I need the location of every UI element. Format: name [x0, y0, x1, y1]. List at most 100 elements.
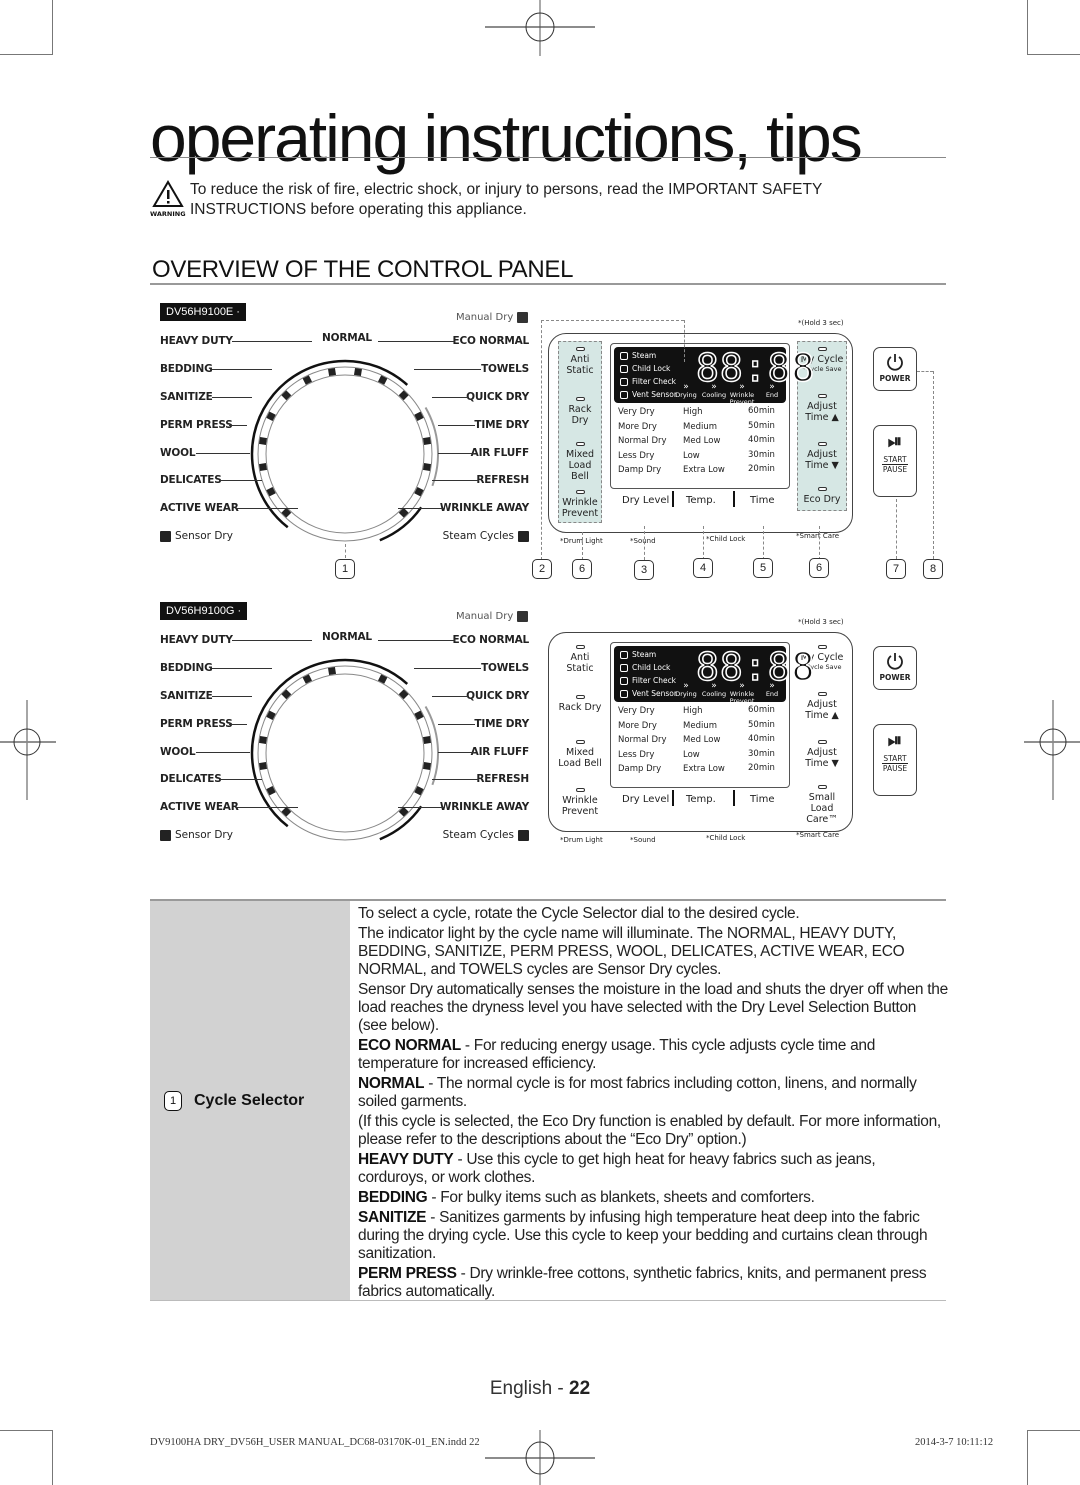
option-button[interactable]: Eco Dry — [798, 487, 846, 505]
leader-line — [220, 480, 262, 481]
dial-label-right[interactable]: QUICK DRY — [466, 690, 529, 702]
option-select-button[interactable]: Time — [750, 495, 774, 506]
lcd-indicator: Steam — [620, 650, 656, 659]
lcd-indicator-label: Vent Sensor — [632, 390, 677, 399]
dial-label-left[interactable]: HEAVY DUTY — [160, 335, 233, 347]
dial-label-left[interactable]: HEAVY DUTY — [160, 634, 233, 646]
option-button[interactable]: Wrinkle Prevent — [559, 490, 601, 519]
cycle-indicator-light — [259, 437, 268, 446]
dial-label-normal[interactable]: NORMAL — [322, 631, 372, 643]
dial-label-normal[interactable]: NORMAL — [322, 332, 372, 344]
cycle-stage: » Drying — [672, 682, 700, 698]
stage-label: Wrinkle Prevent — [729, 690, 755, 705]
callout-leader — [896, 499, 897, 559]
cycle-indicator-light — [398, 806, 409, 817]
indicator-led — [575, 397, 585, 401]
stage-label: Cooling — [701, 690, 727, 698]
cycle-stage: » Wrinkle Prevent — [728, 682, 756, 705]
lcd-indicator-label: Child Lock — [632, 663, 671, 672]
time-value: 60min — [748, 406, 775, 416]
description-paragraph: BEDDING - For bulky items such as blanke… — [358, 1189, 948, 1207]
dial-label-left[interactable]: ACTIVE WEAR — [160, 801, 239, 813]
leader-line — [212, 369, 272, 370]
dial-label-right[interactable]: REFRESH — [476, 474, 529, 486]
indicator-led — [575, 740, 585, 744]
model-dot: · — [237, 605, 242, 617]
option-button[interactable]: Adjust Time ▲ — [798, 394, 846, 423]
cycle-indicator-light — [398, 507, 409, 518]
description-paragraph: NORMAL - The normal cycle is for most fa… — [358, 1075, 948, 1111]
steam-cycles-legend: Steam Cycles — [443, 829, 529, 841]
option-button[interactable]: Rack Dry — [558, 695, 602, 713]
dial-label-left[interactable]: PERM PRESS — [160, 718, 233, 730]
callout-badge: 4 — [693, 558, 713, 578]
separator — [672, 491, 674, 507]
dial-label-right[interactable]: ECO NORMAL — [452, 335, 529, 347]
cycle-indicator-light — [281, 806, 292, 817]
callout-badge: 7 — [886, 559, 906, 579]
dial-label-right[interactable]: REFRESH — [476, 773, 529, 785]
option-button[interactable]: Anti Static — [559, 347, 601, 376]
dry-level-value: More Dry — [618, 421, 657, 432]
indicator-led — [575, 347, 585, 351]
dial-label-right[interactable]: TOWELS — [481, 662, 529, 674]
dial-label-left[interactable]: BEDDING — [160, 363, 213, 375]
sensor-dry-text: Sensor Dry — [175, 829, 233, 841]
option-button[interactable]: Anti Static — [558, 645, 602, 674]
option-button-label: Small Load Care™ — [806, 792, 838, 825]
dial-label-right[interactable]: AIR FLUFF — [471, 447, 530, 459]
power-button[interactable]: POWER — [873, 347, 917, 391]
dial-label-right[interactable]: TOWELS — [481, 363, 529, 375]
dial-label-right[interactable]: QUICK DRY — [466, 391, 529, 403]
callout-badge: 6 — [809, 558, 829, 578]
dial-label-left[interactable]: WOOL — [160, 746, 196, 758]
description-body: To select a cycle, rotate the Cycle Sele… — [358, 905, 948, 1303]
cycle-selector-dial[interactable] — [245, 354, 445, 554]
option-button[interactable]: Wrinkle Prevent — [558, 788, 602, 817]
temp-value: Extra Low — [683, 764, 725, 774]
stage-label: Wrinkle Prevent — [729, 391, 755, 406]
dial-label-left[interactable]: DELICATES — [160, 773, 222, 785]
option-select-button[interactable]: Temp. — [686, 794, 716, 805]
option-button[interactable]: Adjust Time ▼ — [798, 442, 846, 471]
cycle-selector-dial[interactable] — [245, 653, 445, 853]
dial-label-right[interactable]: WRINKLE AWAY — [440, 502, 529, 514]
dial-label-left[interactable]: SANITIZE — [160, 391, 213, 403]
dial-label-right[interactable]: WRINKLE AWAY — [440, 801, 529, 813]
manual-dry-label: Manual Dry — [456, 312, 529, 323]
temp-value: Med Low — [683, 436, 721, 446]
dial-label-left[interactable]: PERM PRESS — [160, 419, 233, 431]
dial-label-right[interactable]: AIR FLUFF — [471, 746, 530, 758]
dial-label-right[interactable]: TIME DRY — [474, 718, 529, 730]
option-select-button[interactable]: Temp. — [686, 495, 716, 506]
power-button[interactable]: POWER — [873, 646, 917, 690]
control-panel-dv56h9100g: DV56H9100G · Manual Dry NORMAL HEAVY DUTY ECO… — [0, 599, 1080, 859]
option-button[interactable]: Adjust Time ▼ — [797, 740, 847, 769]
temp-value: Extra Low — [683, 465, 725, 475]
dial-label-left[interactable]: DELICATES — [160, 474, 222, 486]
option-button[interactable]: Mixed Load Bell — [559, 442, 601, 482]
start-pause-button[interactable]: ⏯ START PAUSE — [873, 425, 917, 497]
leader-line — [438, 752, 475, 753]
callout-leader — [819, 526, 820, 560]
option-button[interactable]: Adjust Time ▲ — [797, 692, 847, 721]
dial-label-left[interactable]: WOOL — [160, 447, 196, 459]
option-button[interactable]: Mixed Load Bell — [558, 740, 602, 769]
start-pause-button[interactable]: ⏯ START PAUSE — [873, 724, 917, 796]
indicator-led — [575, 490, 585, 494]
dial-label-left[interactable]: ACTIVE WEAR — [160, 502, 239, 514]
title-rule — [150, 157, 946, 158]
dial-label-left[interactable]: SANITIZE — [160, 690, 213, 702]
option-select-button[interactable]: Time — [750, 794, 774, 805]
option-select-button[interactable]: Dry Level — [622, 794, 669, 805]
dial-label-right[interactable]: ECO NORMAL — [452, 634, 529, 646]
manual-dry-text: Manual Dry — [456, 312, 514, 323]
dial-label-right[interactable]: TIME DRY — [474, 419, 529, 431]
cycle-name: HEAVY DUTY — [358, 1151, 454, 1168]
option-button[interactable]: Rack Dry — [559, 397, 601, 426]
dial-label-left[interactable]: BEDDING — [160, 662, 213, 674]
cycle-indicator-light — [259, 462, 268, 471]
option-select-button[interactable]: Dry Level — [622, 495, 669, 506]
steam-cycles-text: Steam Cycles — [442, 829, 514, 841]
option-button[interactable]: Small Load Care™ — [797, 785, 847, 825]
